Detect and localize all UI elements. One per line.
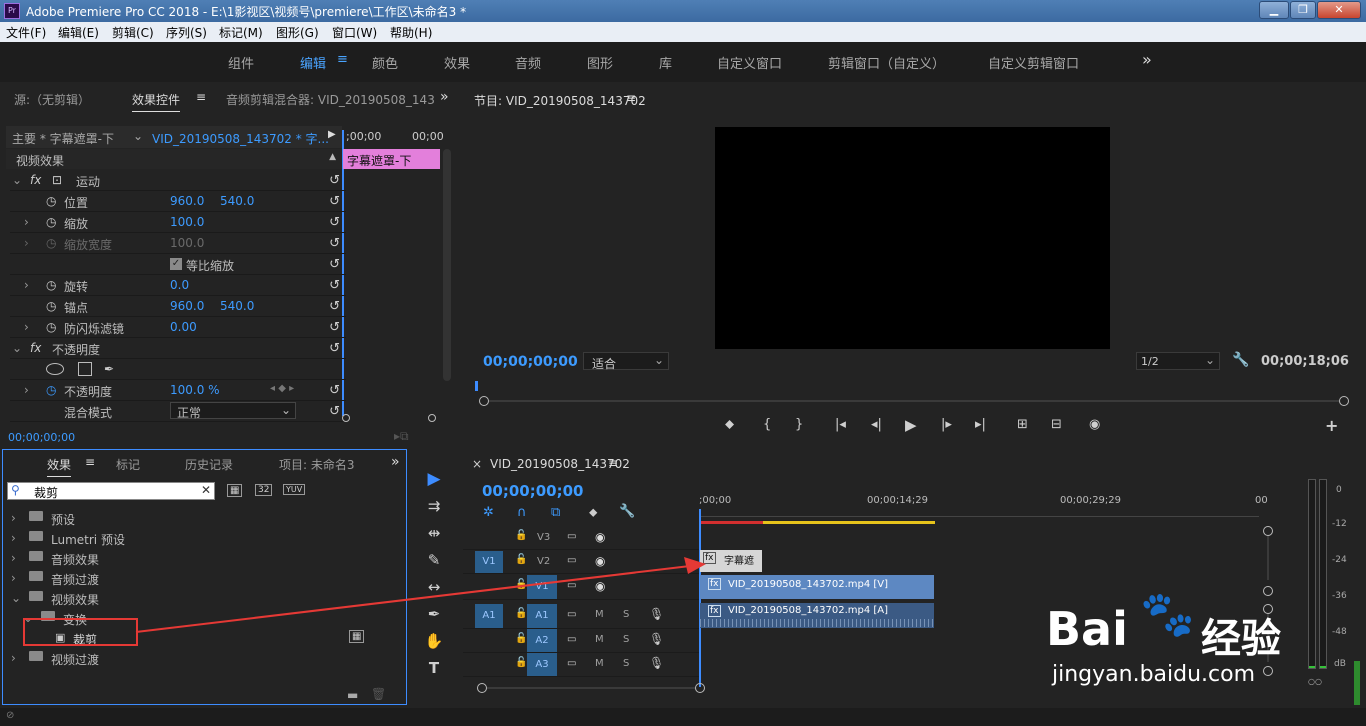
paw-logo-icon: 🐾 [1140, 589, 1195, 640]
watermark-brand2: 经验 [1201, 616, 1281, 662]
meter-label: 0 [1336, 485, 1342, 495]
watermark-brand: Bai [1046, 602, 1128, 656]
baidu-watermark: Bai 🐾 经验 jingyan.baidu.com [1046, 589, 1336, 692]
meter-label: -12 [1332, 519, 1347, 529]
meter-label: -24 [1332, 555, 1347, 565]
status-icon: ⊘ [6, 710, 15, 721]
meter-label: -36 [1332, 591, 1347, 601]
status-bar: ⊘ [0, 708, 1366, 726]
meter-scroll[interactable] [1354, 661, 1360, 705]
watermark-url: jingyan.baidu.com [1052, 662, 1256, 687]
